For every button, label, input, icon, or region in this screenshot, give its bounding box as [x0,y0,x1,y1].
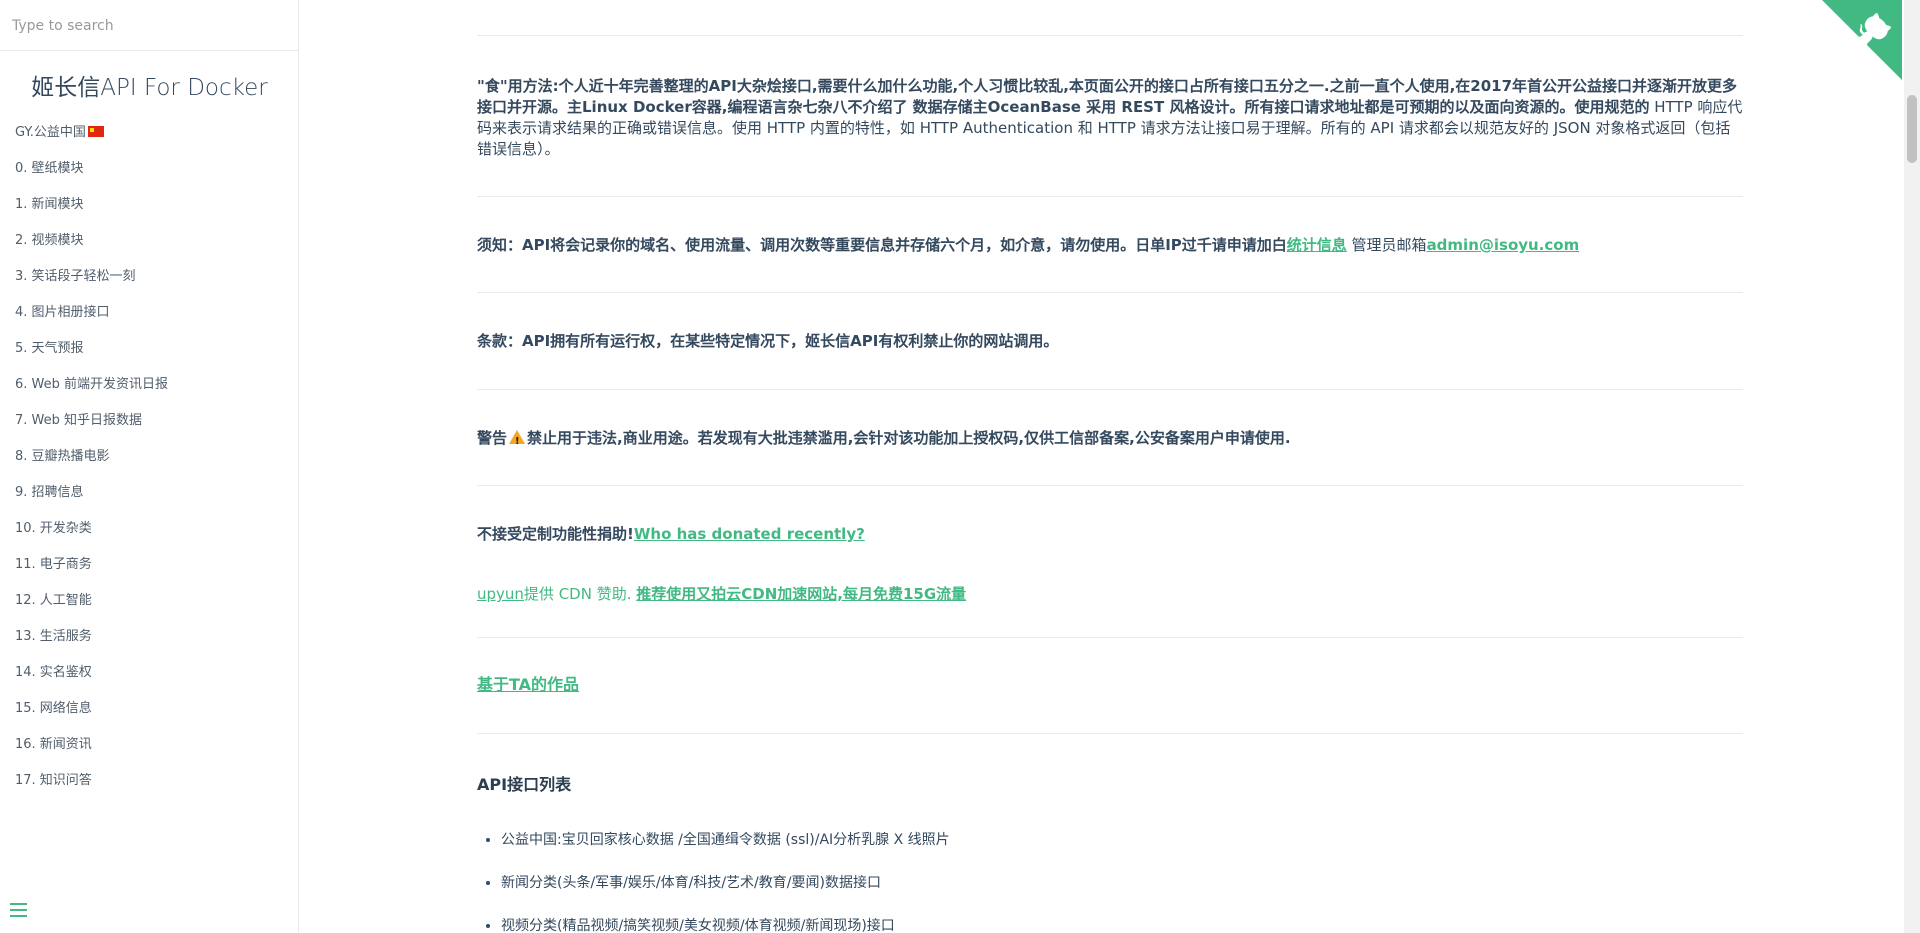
list-item: 新闻分类(头条/军事/娱乐/体育/科技/艺术/教育/要闻)数据接口 [501,873,950,916]
sidebar-item-news-info[interactable]: 16. 新闻资讯 [15,734,168,770]
main-content: "食"用方法:个人近十年完善整理的API大杂烩接口,需要什么加什么功能,个人习惯… [477,0,1743,933]
sidebar-item-weather[interactable]: 5. 天气预报 [15,338,168,374]
sidebar-item-news[interactable]: 1. 新闻模块 [15,194,168,230]
sidebar-item-network[interactable]: 15. 网络信息 [15,698,168,734]
sidebar-item-web-daily[interactable]: 6. Web 前端开发资讯日报 [15,374,168,410]
warning-paragraph: 警告 禁止用于违法,商业用途。若发现有大批违禁滥用,会针对该功能加上授权码,仅供工… [477,428,1743,452]
donate-text: 不接受定制功能性捐助! [477,525,634,543]
divider [477,35,1743,36]
scrollbar-thumb[interactable] [1907,95,1917,163]
sidebar: 姬长信API For Docker GY.公益中国 0. 壁纸模块 1. 新闻模… [0,0,299,933]
list-item: 视频分类(精品视频/搞笑视频/美女视频/体育视频/新闻现场)接口 [501,916,950,933]
divider [477,485,1743,486]
sidebar-item-ecommerce[interactable]: 11. 电子商务 [15,554,168,590]
divider [477,389,1743,390]
sidebar-toggle-icon[interactable] [10,903,27,917]
warning-label: 警告 [477,429,508,447]
sidebar-item-gy[interactable]: GY.公益中国 [15,122,168,158]
api-list-title: API接口列表 [477,775,572,794]
search-box [0,0,298,51]
notice-paragraph: 须知：API将会记录你的域名、使用流量、调用次数等重要信息并存储六个月，如介意，… [477,235,1743,256]
sidebar-item-douban[interactable]: 8. 豆瓣热播电影 [15,446,168,482]
donate-paragraph: 不接受定制功能性捐助!Who has donated recently? [477,524,1743,545]
notice-text: 须知：API将会记录你的域名、使用流量、调用次数等重要信息并存储六个月，如介意，… [477,236,1287,254]
sidebar-item-ai[interactable]: 12. 人工智能 [15,590,168,626]
sidebar-item-qa[interactable]: 17. 知识问答 [15,770,168,806]
usage-bold-text: "食"用方法:个人近十年完善整理的API大杂烩接口,需要什么加什么功能,个人习惯… [477,77,1738,116]
upyun-sponsor: upyun提供 CDN 赞助. 推荐使用又拍云CDN加速网站,每月免费15G流量 [477,583,966,604]
divider [477,733,1743,734]
list-item: 公益中国:宝贝回家核心数据 /全国通缉令数据 (ssl)/AI分析乳腺 X 线照… [501,830,950,873]
warning-text: 禁止用于违法,商业用途。若发现有大批违禁滥用,会针对该功能加上授权码,仅供工信部… [527,429,1291,447]
github-corner-icon[interactable] [1822,0,1902,80]
sidebar-item-jokes[interactable]: 3. 笑话段子轻松一刻 [15,266,168,302]
admin-email-link[interactable]: admin@isoyu.com [1427,236,1580,254]
upyun-link[interactable]: 推荐使用又拍云CDN加速网站,每月免费15G流量 [636,585,966,603]
sidebar-item-wallpaper[interactable]: 0. 壁纸模块 [15,158,168,194]
works-link[interactable]: 基于TA的作品 [477,675,579,694]
sidebar-item-label: GY.公益中国 [15,125,86,140]
sidebar-item-life[interactable]: 13. 生活服务 [15,626,168,662]
search-input[interactable] [10,10,284,42]
upyun-text: 提供 CDN 赞助. [523,585,632,603]
upyun-image[interactable]: upyun [477,585,524,603]
usage-paragraph: "食"用方法:个人近十年完善整理的API大杂烩接口,需要什么加什么功能,个人习惯… [477,76,1743,160]
warning-icon [509,430,526,452]
admin-email-label: 管理员邮箱 [1346,236,1427,254]
sidebar-item-video[interactable]: 2. 视频模块 [15,230,168,266]
vertical-scrollbar[interactable] [1904,0,1920,933]
terms-text: 条款：API拥有所有运行权，在某些特定情况下，姬长信API有权利禁止你的网站调用… [477,332,1059,350]
sidebar-nav: GY.公益中国 0. 壁纸模块 1. 新闻模块 2. 视频模块 3. 笑话段子轻… [15,122,168,806]
stats-link[interactable]: 统计信息 [1287,236,1347,254]
sidebar-item-zhihu[interactable]: 7. Web 知乎日报数据 [15,410,168,446]
china-flag-icon [87,126,104,137]
app-name[interactable]: 姬长信API For Docker [0,68,299,102]
divider [477,637,1743,638]
sidebar-item-realname[interactable]: 14. 实名鉴权 [15,662,168,698]
sidebar-item-jobs[interactable]: 9. 招聘信息 [15,482,168,518]
sidebar-item-album[interactable]: 4. 图片相册接口 [15,302,168,338]
api-list: 公益中国:宝贝回家核心数据 /全国通缉令数据 (ssl)/AI分析乳腺 X 线照… [477,830,950,933]
divider [477,196,1743,197]
sidebar-item-dev-misc[interactable]: 10. 开发杂类 [15,518,168,554]
divider [477,292,1743,293]
works-paragraph: 基于TA的作品 [477,674,1743,696]
donations-link[interactable]: Who has donated recently? [634,525,865,543]
